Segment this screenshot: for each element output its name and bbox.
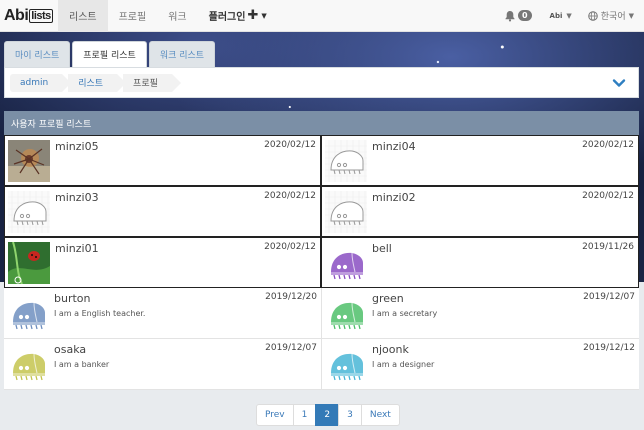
profile-name[interactable]: minzi03 bbox=[55, 191, 99, 204]
list-tabs: 마이 리스트 프로필 리스트 워크 리스트 bbox=[4, 41, 216, 67]
profile-date: 2020/02/12 bbox=[264, 191, 316, 201]
profile-name[interactable]: green bbox=[372, 292, 404, 305]
logo-sub: lists bbox=[29, 8, 53, 23]
profile-card[interactable]: minzi01 2020/02/12 bbox=[4, 237, 321, 288]
bell-icon bbox=[505, 10, 515, 21]
language-label: 한국어 bbox=[600, 12, 626, 22]
profile-card[interactable]: minzi02 2020/02/12 bbox=[321, 186, 639, 237]
nav-item-profile[interactable]: 프로필 bbox=[108, 0, 158, 32]
profile-date: 2019/12/07 bbox=[265, 343, 317, 353]
tab-work-list[interactable]: 워크 리스트 bbox=[148, 41, 216, 67]
profile-avatar[interactable] bbox=[7, 292, 49, 334]
profile-grid: minzi05 2020/02/12 minzi04 2020/02/12 minzi0… bbox=[4, 135, 639, 390]
profile-description: I am a designer bbox=[372, 360, 435, 369]
plugin-label: 플러그인 bbox=[208, 12, 246, 23]
caret-down-icon: ▼ bbox=[261, 11, 267, 20]
pagination-prev[interactable]: Prev bbox=[256, 404, 294, 426]
profile-description: I am a English teacher. bbox=[54, 309, 146, 318]
profile-name[interactable]: osaka bbox=[54, 343, 86, 356]
profile-date: 2019/12/20 bbox=[265, 292, 317, 302]
notification-count-badge: 0 bbox=[517, 10, 532, 21]
profile-name[interactable]: minzi01 bbox=[55, 242, 99, 255]
profile-description: I am a banker bbox=[54, 360, 110, 369]
breadcrumb-item-list[interactable]: 리스트 bbox=[68, 73, 126, 92]
pagination-page-2[interactable]: 2 bbox=[315, 404, 340, 426]
profile-date: 2019/12/07 bbox=[583, 292, 635, 302]
profile-date: 2019/12/12 bbox=[583, 343, 635, 353]
plus-icon: ✚ bbox=[247, 8, 259, 23]
breadcrumb: admin 리스트 프로필 bbox=[4, 67, 639, 98]
profile-avatar[interactable] bbox=[325, 140, 367, 182]
profile-name[interactable]: njoonk bbox=[372, 343, 409, 356]
profile-date: 2020/02/12 bbox=[582, 191, 634, 201]
user-menu[interactable]: Abi ▼ bbox=[540, 12, 582, 20]
nav-item-plugin[interactable]: 플러그인 ✚ ▼ bbox=[198, 0, 278, 32]
profile-date: 2020/02/12 bbox=[264, 242, 316, 252]
tab-profile-list[interactable]: 프로필 리스트 bbox=[72, 41, 147, 67]
profile-avatar[interactable] bbox=[325, 292, 367, 334]
breadcrumb-item-profile: 프로필 bbox=[123, 73, 181, 92]
globe-icon bbox=[587, 10, 598, 21]
profile-description: I am a secretary bbox=[372, 309, 438, 318]
logo-main: Abi bbox=[4, 6, 29, 24]
profile-date: 2020/02/12 bbox=[264, 140, 316, 150]
profile-card[interactable]: minzi04 2020/02/12 bbox=[321, 135, 639, 186]
profile-name[interactable]: minzi04 bbox=[372, 140, 416, 153]
profile-date: 2020/02/12 bbox=[582, 140, 634, 150]
profile-name[interactable]: bell bbox=[372, 242, 392, 255]
profile-name[interactable]: minzi02 bbox=[372, 191, 416, 204]
chevron-down-icon[interactable] bbox=[612, 76, 626, 90]
profile-card[interactable]: burton 2019/12/20 I am a English teacher. bbox=[4, 288, 321, 339]
user-label: Abi bbox=[549, 11, 563, 20]
app-logo[interactable]: Abi lists bbox=[0, 0, 58, 32]
profile-date: 2019/11/26 bbox=[582, 242, 634, 252]
caret-down-icon: ▼ bbox=[628, 11, 634, 20]
breadcrumb-item-admin[interactable]: admin bbox=[10, 73, 72, 92]
tab-my-list[interactable]: 마이 리스트 bbox=[4, 41, 71, 67]
profile-avatar[interactable] bbox=[8, 191, 50, 233]
profile-card[interactable]: bell 2019/11/26 bbox=[321, 237, 639, 288]
profile-avatar[interactable] bbox=[7, 343, 49, 385]
panel-title: 사용자 프로필 리스트 bbox=[4, 111, 639, 135]
profile-card[interactable]: osaka 2019/12/07 I am a banker bbox=[4, 339, 321, 390]
language-menu[interactable]: 한국어 ▼ bbox=[582, 9, 644, 22]
profile-avatar[interactable] bbox=[325, 343, 367, 385]
profile-avatar[interactable] bbox=[8, 242, 50, 284]
pagination: Prev 1 2 3 Next bbox=[256, 404, 400, 426]
profile-avatar[interactable] bbox=[8, 140, 50, 182]
profile-avatar[interactable] bbox=[325, 242, 367, 284]
pagination-page-1[interactable]: 1 bbox=[292, 404, 317, 426]
profile-avatar[interactable] bbox=[325, 191, 367, 233]
nav-item-work[interactable]: 워크 bbox=[157, 0, 197, 32]
profile-card[interactable]: minzi03 2020/02/12 bbox=[4, 186, 321, 237]
nav-item-list[interactable]: 리스트 bbox=[58, 0, 108, 32]
pagination-next[interactable]: Next bbox=[360, 404, 400, 426]
profile-card[interactable]: minzi05 2020/02/12 bbox=[4, 135, 321, 186]
notification-button[interactable]: 0 bbox=[496, 10, 540, 22]
pagination-page-3[interactable]: 3 bbox=[338, 404, 362, 426]
caret-down-icon: ▼ bbox=[566, 11, 572, 20]
profile-card[interactable]: green 2019/12/07 I am a secretary bbox=[321, 288, 639, 339]
profile-name[interactable]: burton bbox=[54, 292, 91, 305]
profile-card[interactable]: njoonk 2019/12/12 I am a designer bbox=[321, 339, 639, 390]
top-navbar: Abi lists 리스트 프로필 워크 플러그인 ✚ ▼ 0 Abi ▼ 한국어… bbox=[0, 0, 644, 32]
profile-name[interactable]: minzi05 bbox=[55, 140, 99, 153]
